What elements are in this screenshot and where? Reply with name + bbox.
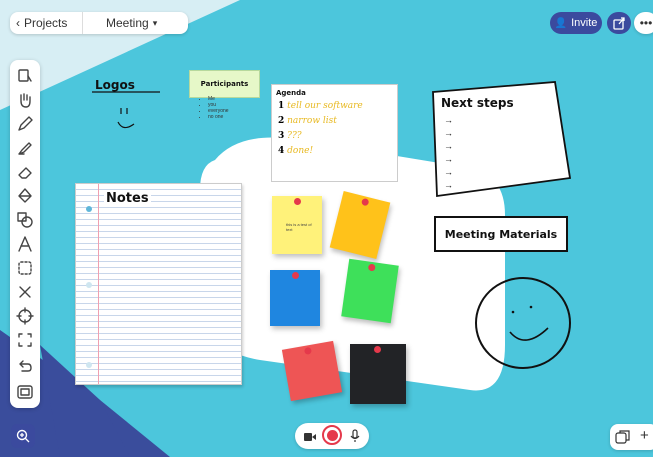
select-icon	[18, 69, 32, 82]
zoom-icon	[16, 429, 30, 443]
share-button[interactable]	[607, 12, 631, 34]
arrow-icon: →	[444, 154, 453, 164]
participants-list: Me you everyone no one	[196, 96, 229, 120]
projects-button[interactable]: ‹ Projects	[16, 16, 67, 30]
participants-card[interactable]: Participants	[189, 70, 260, 98]
target-tool[interactable]	[15, 306, 35, 326]
invite-button[interactable]: 👤 Invite	[550, 12, 602, 34]
video-button[interactable]	[303, 430, 317, 448]
arrow-icon: →	[444, 128, 453, 138]
invite-label: Invite	[571, 17, 598, 29]
pen-icon	[18, 116, 33, 131]
projects-label: Projects	[24, 16, 68, 30]
pages-icon	[615, 430, 630, 444]
text-icon	[18, 236, 32, 252]
meeting-materials-box[interactable]: Meeting Materials	[434, 216, 568, 252]
more-button[interactable]: •••	[634, 12, 653, 34]
lasso-icon	[18, 261, 32, 275]
meeting-label: Meeting	[106, 16, 149, 30]
arrow-icon: →	[444, 167, 453, 177]
hand-icon	[20, 93, 31, 108]
shapes-icon	[17, 212, 33, 228]
pin-icon	[360, 197, 370, 207]
hole	[86, 282, 92, 288]
frame-tool[interactable]	[15, 330, 35, 350]
sticky-text: this is a test of text	[286, 222, 312, 232]
fill-tool[interactable]	[15, 186, 35, 206]
record-icon	[326, 429, 338, 441]
highlighter-icon	[18, 142, 32, 155]
sticky-yellow[interactable]: this is a test of text	[272, 196, 322, 254]
pin-icon	[367, 263, 376, 272]
next-steps-title: Next steps	[441, 96, 514, 110]
frame-icon	[18, 333, 32, 347]
toolbar	[10, 60, 40, 408]
fill-icon	[18, 188, 32, 203]
close-icon	[19, 286, 31, 298]
arrow-icon: →	[444, 115, 453, 125]
recording-controls	[295, 423, 369, 449]
participants-title: Participants	[200, 80, 249, 88]
agenda-item: 1 tell our software	[278, 101, 363, 111]
undo-icon	[19, 360, 32, 372]
minimap-button[interactable]	[15, 382, 35, 402]
list-item: no one	[208, 114, 229, 120]
sticky-green[interactable]	[341, 258, 399, 324]
minimap-icon	[17, 385, 33, 399]
arrow-icon: →	[444, 180, 453, 190]
pin-icon	[294, 198, 301, 205]
sticky-blue[interactable]	[270, 270, 320, 326]
add-person-icon: 👤	[554, 17, 568, 29]
eraser-icon	[18, 167, 32, 179]
divider	[82, 12, 83, 34]
share-icon	[613, 17, 625, 30]
more-icon: •••	[639, 16, 653, 30]
hole	[86, 206, 92, 212]
mic-icon	[350, 429, 360, 442]
eraser-tool[interactable]	[15, 162, 35, 182]
notes-paper[interactable]: Notes	[75, 183, 242, 385]
margin-line	[98, 184, 99, 384]
pin-icon	[292, 272, 299, 279]
target-icon	[16, 307, 34, 325]
chevron-down-icon: ▾	[152, 17, 158, 28]
agenda-item: 2 narrow list	[278, 116, 337, 126]
select-tool[interactable]	[15, 66, 35, 86]
record-button[interactable]	[322, 425, 342, 445]
shapes-tool[interactable]	[15, 210, 35, 230]
highlighter-tool[interactable]	[15, 138, 35, 158]
lasso-tool[interactable]	[15, 258, 35, 278]
hole	[86, 362, 92, 368]
agenda-title: Agenda	[276, 89, 306, 97]
next-steps-list: → → → → → →	[444, 114, 453, 192]
arrow-icon: →	[444, 141, 453, 151]
logos-doodle	[92, 91, 160, 129]
undo-button[interactable]	[15, 356, 35, 376]
agenda-item: 4 done!	[278, 146, 314, 156]
add-page-button[interactable]: +	[640, 427, 649, 444]
text-tool[interactable]	[15, 234, 35, 254]
sticky-black[interactable]	[350, 344, 406, 404]
pin-icon	[303, 346, 313, 355]
zoom-button[interactable]	[11, 424, 35, 448]
meeting-dropdown[interactable]: Meeting ▾	[106, 16, 157, 30]
pages-controls: +	[610, 424, 653, 450]
smiley-doodle	[475, 277, 571, 369]
connector-tool[interactable]	[15, 282, 35, 302]
hand-tool[interactable]	[15, 90, 35, 110]
pen-tool[interactable]	[15, 114, 35, 134]
agenda-item: 3 ???	[278, 131, 302, 141]
mic-button[interactable]	[350, 429, 360, 448]
notes-title: Notes	[104, 191, 151, 206]
agenda-card[interactable]: Agenda 1 tell our software 2 narrow list…	[271, 84, 398, 182]
pin-icon	[374, 346, 381, 353]
chevron-left-icon: ‹	[16, 16, 20, 30]
sticky-red[interactable]	[281, 340, 343, 402]
breadcrumb: ‹ Projects Meeting ▾	[10, 12, 188, 34]
pages-button[interactable]	[615, 429, 631, 450]
video-icon	[304, 433, 316, 441]
